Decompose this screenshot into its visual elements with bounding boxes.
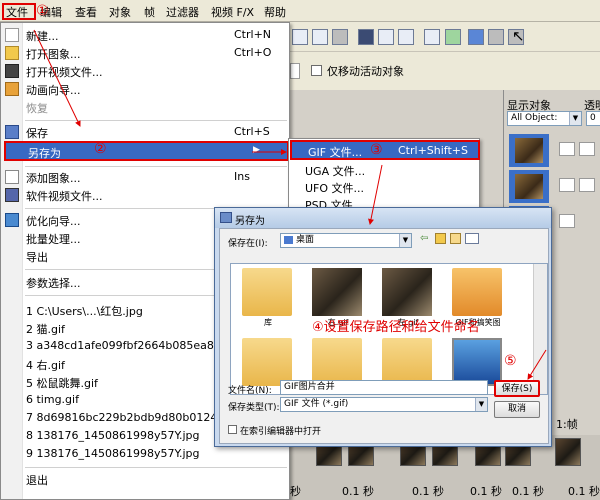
arrow-3 [368, 164, 383, 225]
annotation-step-5: ⑤ [504, 353, 517, 369]
arrow-5 [527, 349, 547, 380]
annotation-step-1: ① [36, 3, 49, 19]
annotation-step-4: ④设置保存路径和给文件命名 [312, 320, 480, 335]
annotation-arrows [33, 29, 547, 380]
arrow-1 [33, 29, 81, 127]
annotation-step-2: ② [94, 141, 107, 157]
annotation-step-3: ③ [370, 142, 383, 158]
